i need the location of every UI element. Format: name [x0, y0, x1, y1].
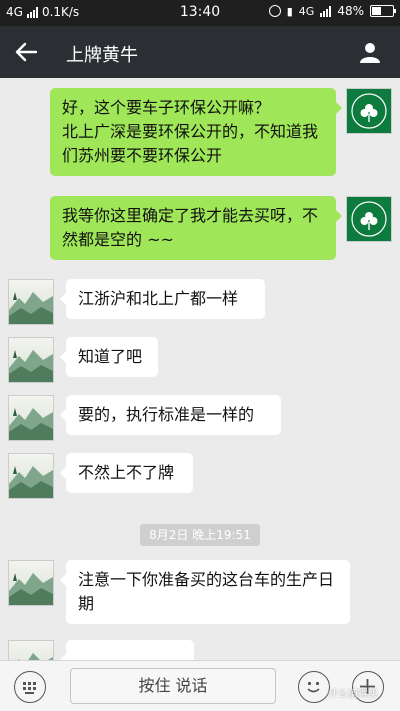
message-bubble[interactable]: 我等你这里确定了我才能去买呀，不然都是空的 ~~	[50, 196, 342, 260]
emoji-button[interactable]	[298, 671, 330, 703]
profile-icon[interactable]	[358, 40, 382, 64]
network-type-2: 4G	[298, 4, 315, 18]
back-arrow-icon[interactable]	[12, 39, 40, 65]
title-bar: 上牌黄牛	[0, 26, 400, 78]
message-bubble[interactable]: 知道了吧	[60, 337, 158, 377]
chat-area[interactable]: 好，这个要车子环保公开嘛？ 北上广深是要环保公开的，不知道我们苏州要不要环保公开…	[0, 78, 400, 660]
timestamp-divider: 8月2日 晚上19:51	[140, 524, 260, 546]
message-bubble[interactable]: 要的，执行标准是一样的	[60, 395, 281, 435]
emoji-icon	[307, 681, 320, 693]
signal-icon-2	[320, 5, 332, 17]
message-bubble-partial[interactable]	[60, 640, 194, 660]
battery-percent: 48%	[337, 4, 364, 18]
message-bubble[interactable]: 好，这个要车子环保公开嘛？ 北上广深是要环保公开的，不知道我们苏州要不要环保公开	[50, 88, 342, 176]
my-avatar[interactable]	[346, 196, 392, 242]
celtics-logo-icon	[351, 93, 387, 129]
contact-avatar[interactable]	[8, 640, 54, 660]
landscape-painting-icon	[9, 350, 53, 382]
status-right: ▮ 4G 48%	[268, 4, 396, 18]
input-bar: 按住 说话 什么值得买	[0, 660, 400, 711]
my-avatar[interactable]	[346, 88, 392, 134]
battery-icon	[370, 5, 396, 17]
contact-avatar[interactable]	[8, 337, 54, 383]
landscape-painting-icon	[9, 408, 53, 440]
contact-avatar[interactable]	[8, 279, 54, 325]
celtics-logo-icon	[351, 201, 387, 237]
nfc-icon	[268, 5, 281, 17]
contact-avatar[interactable]	[8, 453, 54, 499]
message-bubble[interactable]: 注意一下你准备买的这台车的生产日期	[60, 560, 350, 624]
landscape-painting-icon	[9, 466, 53, 498]
keyboard-icon	[23, 682, 36, 694]
landscape-painting-icon	[9, 292, 53, 324]
landscape-painting-icon	[18, 653, 53, 660]
contact-avatar[interactable]	[8, 395, 54, 441]
message-bubble[interactable]: 不然上不了牌	[60, 453, 193, 493]
keyboard-toggle-button[interactable]	[14, 671, 46, 703]
vibrate-icon: ▮	[286, 4, 293, 18]
watermark: 什么值得买	[328, 689, 378, 700]
landscape-painting-icon	[9, 573, 53, 605]
hold-to-talk-button[interactable]: 按住 说话	[70, 668, 276, 704]
chat-title: 上牌黄牛	[66, 45, 138, 66]
message-bubble[interactable]: 江浙沪和北上广都一样	[60, 279, 265, 319]
status-bar: 4G 0.1K/s 13:40 ▮ 4G 48%	[0, 0, 400, 26]
contact-avatar[interactable]	[8, 560, 54, 606]
